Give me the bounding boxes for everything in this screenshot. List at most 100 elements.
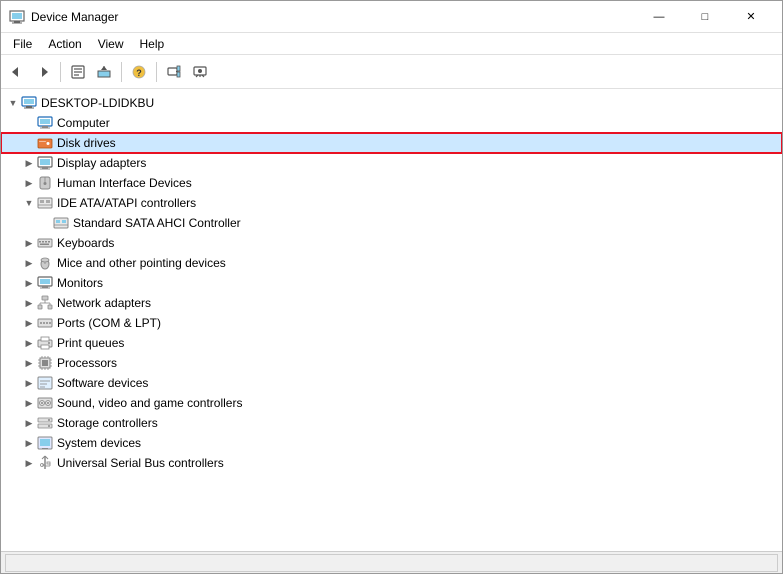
root-expand[interactable]: ▼ — [5, 95, 21, 111]
usb-icon — [37, 455, 53, 471]
svg-text:?: ? — [136, 68, 142, 78]
tree-sata[interactable]: ▶ Standard SATA AHCI Controller — [1, 213, 782, 233]
display-adapters-label: Display adapters — [57, 156, 146, 170]
tree-software[interactable]: ▶ Software devices — [1, 373, 782, 393]
mice-icon — [37, 255, 53, 271]
print-label: Print queues — [57, 336, 124, 350]
usb-label: Universal Serial Bus controllers — [57, 456, 224, 470]
menu-bar: File Action View Help — [1, 33, 782, 55]
tree-network[interactable]: ▶ Network adapters — [1, 293, 782, 313]
mice-expand[interactable]: ▶ — [21, 255, 37, 271]
toolbar-sep-3 — [156, 62, 157, 82]
monitors-label: Monitors — [57, 276, 103, 290]
tree-sound[interactable]: ▶ Sound, video and game controllers — [1, 393, 782, 413]
disk-drives-label: Disk drives — [57, 136, 116, 150]
display-adapters-icon — [37, 155, 53, 171]
software-expand[interactable]: ▶ — [21, 375, 37, 391]
properties-button[interactable] — [66, 60, 90, 84]
title-bar: Device Manager — □ ✕ — [1, 1, 782, 33]
monitors-expand[interactable]: ▶ — [21, 275, 37, 291]
computer-label: Computer — [57, 116, 110, 130]
ports-icon — [37, 315, 53, 331]
device-tree[interactable]: ▼ DESKTOP-LDIDKBU ▶ — [1, 89, 782, 551]
ide-expand[interactable]: ▼ — [21, 195, 37, 211]
app-icon — [9, 9, 25, 25]
menu-action[interactable]: Action — [40, 33, 89, 54]
print-expand[interactable]: ▶ — [21, 335, 37, 351]
storage-expand[interactable]: ▶ — [21, 415, 37, 431]
tree-display-adapters[interactable]: ▶ Display adapters — [1, 153, 782, 173]
software-icon — [37, 375, 53, 391]
network-label: Network adapters — [57, 296, 151, 310]
keyboards-label: Keyboards — [57, 236, 114, 250]
display-expand[interactable]: ▶ — [21, 155, 37, 171]
tree-usb[interactable]: ▶ Universal Serial Bus controllers — [1, 453, 782, 473]
ide-label: IDE ATA/ATAPI controllers — [57, 196, 196, 210]
menu-file[interactable]: File — [5, 33, 40, 54]
hid-expand[interactable]: ▶ — [21, 175, 37, 191]
tree-monitors[interactable]: ▶ Monitors — [1, 273, 782, 293]
main-content: ▼ DESKTOP-LDIDKBU ▶ — [1, 89, 782, 551]
toolbar: ? — [1, 55, 782, 89]
help-button[interactable]: ? — [127, 60, 151, 84]
toolbar-sep-2 — [121, 62, 122, 82]
menu-view[interactable]: View — [90, 33, 132, 54]
sound-expand[interactable]: ▶ — [21, 395, 37, 411]
disk-drives-icon — [37, 135, 53, 151]
tree-disk-drives[interactable]: ▶ Disk drives — [1, 133, 782, 153]
ports-label: Ports (COM & LPT) — [57, 316, 161, 330]
tree-mice[interactable]: ▶ Mice and other pointing devices — [1, 253, 782, 273]
tree-print[interactable]: ▶ Print queues — [1, 333, 782, 353]
status-text — [5, 554, 778, 572]
system-icon — [37, 435, 53, 451]
tree-computer[interactable]: ▶ Computer — [1, 113, 782, 133]
processors-icon — [37, 355, 53, 371]
status-bar — [1, 551, 782, 573]
tree-hid[interactable]: ▶ Human Interface Devices — [1, 173, 782, 193]
menu-help[interactable]: Help — [132, 33, 173, 54]
forward-button[interactable] — [31, 60, 55, 84]
ide-icon — [37, 195, 53, 211]
sata-icon — [53, 215, 69, 231]
ports-expand[interactable]: ▶ — [21, 315, 37, 331]
storage-icon — [37, 415, 53, 431]
processors-label: Processors — [57, 356, 117, 370]
tree-processors[interactable]: ▶ — [1, 353, 782, 373]
window-controls: — □ ✕ — [636, 1, 774, 33]
network-icon — [37, 295, 53, 311]
tree-storage[interactable]: ▶ Storage controllers — [1, 413, 782, 433]
usb-expand[interactable]: ▶ — [21, 455, 37, 471]
computer-device-icon — [37, 115, 53, 131]
tree-root[interactable]: ▼ DESKTOP-LDIDKBU — [1, 93, 782, 113]
scan-button[interactable] — [162, 60, 186, 84]
computer-icon — [21, 95, 37, 111]
mice-label: Mice and other pointing devices — [57, 256, 226, 270]
keyboards-expand[interactable]: ▶ — [21, 235, 37, 251]
processors-expand[interactable]: ▶ — [21, 355, 37, 371]
show-hidden-button[interactable] — [188, 60, 212, 84]
root-label: DESKTOP-LDIDKBU — [41, 96, 154, 110]
tree-keyboards[interactable]: ▶ Keyboards — [1, 233, 782, 253]
hid-icon — [37, 175, 53, 191]
update-driver-button[interactable] — [92, 60, 116, 84]
storage-label: Storage controllers — [57, 416, 158, 430]
tree-system[interactable]: ▶ System devices — [1, 433, 782, 453]
sound-label: Sound, video and game controllers — [57, 396, 242, 410]
print-icon — [37, 335, 53, 351]
tree-ide[interactable]: ▼ IDE ATA/ATAPI controllers — [1, 193, 782, 213]
sata-label: Standard SATA AHCI Controller — [73, 216, 241, 230]
window-title: Device Manager — [31, 10, 636, 24]
system-expand[interactable]: ▶ — [21, 435, 37, 451]
back-button[interactable] — [5, 60, 29, 84]
close-button[interactable]: ✕ — [728, 1, 774, 33]
keyboards-icon — [37, 235, 53, 251]
main-window: Device Manager — □ ✕ File Action View He… — [0, 0, 783, 574]
tree-ports[interactable]: ▶ Ports (COM & LPT) — [1, 313, 782, 333]
hid-label: Human Interface Devices — [57, 176, 192, 190]
system-label: System devices — [57, 436, 141, 450]
minimize-button[interactable]: — — [636, 1, 682, 33]
network-expand[interactable]: ▶ — [21, 295, 37, 311]
maximize-button[interactable]: □ — [682, 1, 728, 33]
sound-icon — [37, 395, 53, 411]
software-label: Software devices — [57, 376, 148, 390]
